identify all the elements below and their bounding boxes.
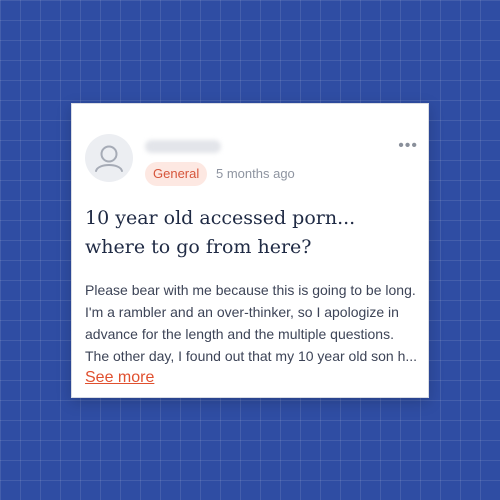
post-body: Please bear with me because this is goin… [85,282,418,364]
post-title[interactable]: 10 year old accessed porn... where to go… [85,204,415,262]
see-more-link[interactable]: See more [85,368,154,388]
category-badge[interactable]: General [145,162,208,186]
post-card[interactable]: username ••• General 5 months ago 10 yea… [71,103,429,398]
more-horizontal-icon[interactable]: ••• [398,138,418,154]
user-icon [95,145,123,172]
post-timestamp: 5 months ago [216,166,295,181]
username-blurred: username [145,140,221,153]
avatar[interactable] [85,134,133,182]
username: username [145,144,194,156]
